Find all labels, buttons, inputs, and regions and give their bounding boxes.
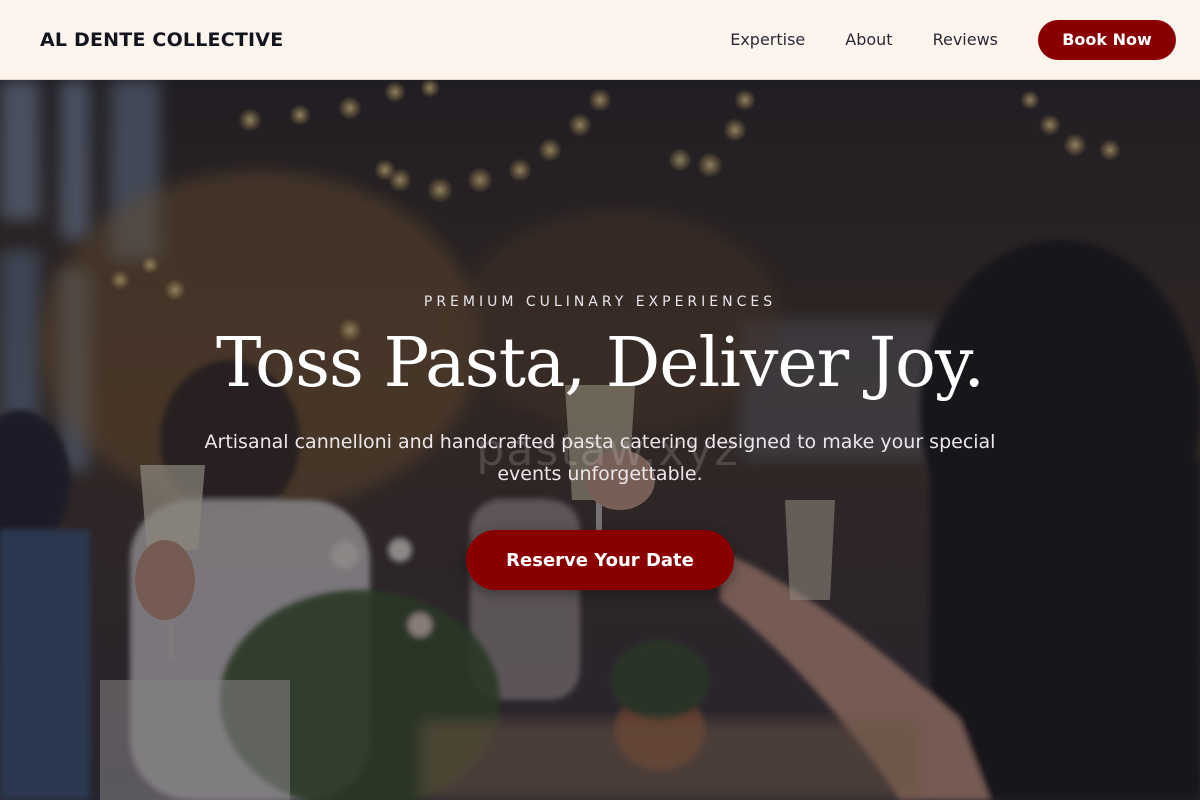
nav-link-about[interactable]: About [845,30,892,49]
nav-link-reviews[interactable]: Reviews [933,30,998,49]
hero-headline: Toss Pasta, Deliver Joy. [216,324,985,403]
site-header: AL DENTE COLLECTIVE Expertise About Revi… [0,0,1200,80]
main-nav: Expertise About Reviews Book Now [730,19,1176,60]
reserve-date-button[interactable]: Reserve Your Date [466,530,734,590]
brand-logo[interactable]: AL DENTE COLLECTIVE [40,29,283,51]
hero-content: PREMIUM CULINARY EXPERIENCES Toss Pasta,… [0,80,1200,800]
nav-link-expertise[interactable]: Expertise [730,30,805,49]
book-now-button[interactable]: Book Now [1038,19,1176,60]
hero-eyebrow: PREMIUM CULINARY EXPERIENCES [423,294,777,310]
hero-section: PREMIUM CULINARY EXPERIENCES Toss Pasta,… [0,80,1200,800]
hero-subtitle: Artisanal cannelloni and handcrafted pas… [204,431,996,485]
